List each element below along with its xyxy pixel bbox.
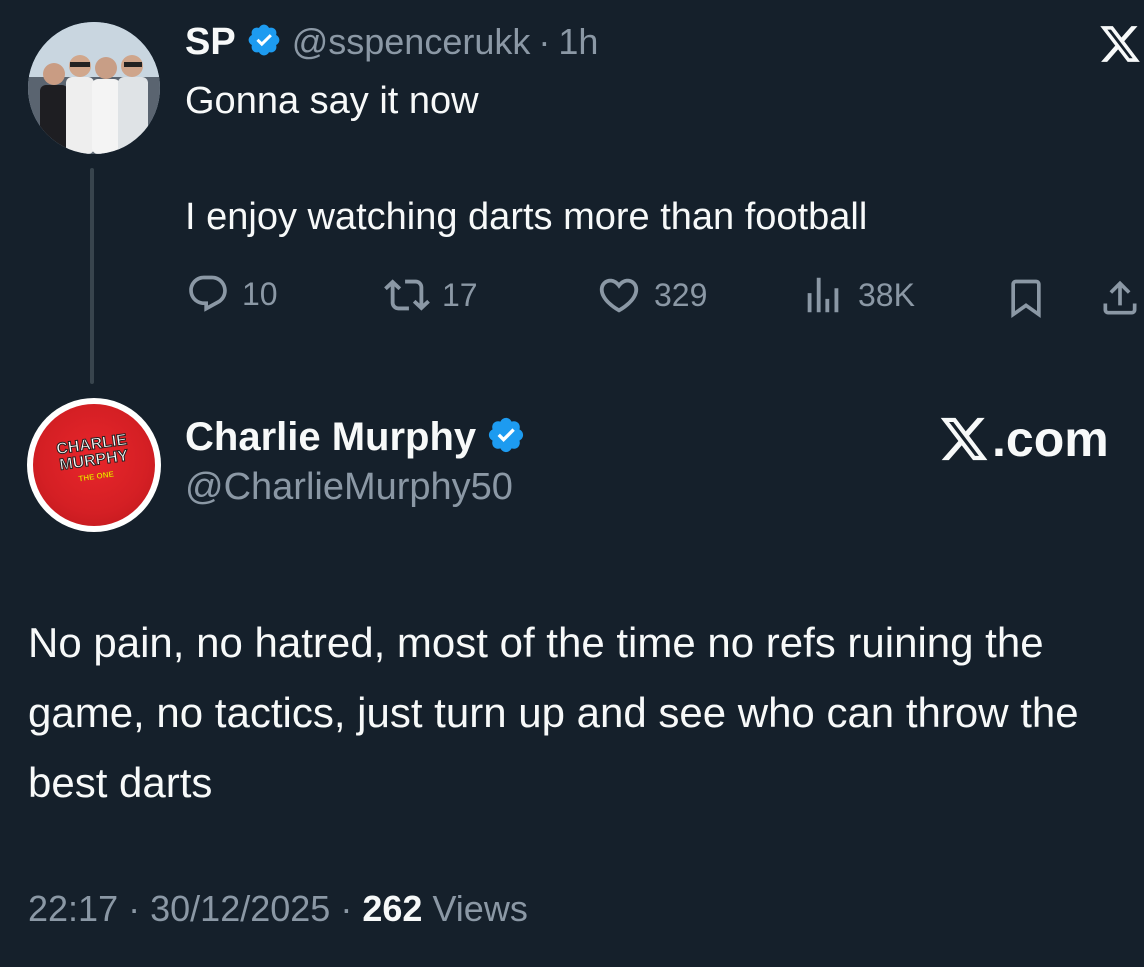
avatar-logo-text: CHARLIE MURPHY THE ONE: [55, 431, 132, 489]
like-button[interactable]: 329: [596, 272, 707, 318]
bookmark-button[interactable]: [1004, 276, 1048, 320]
charlie-murphy-avatar[interactable]: CHARLIE MURPHY THE ONE: [27, 398, 161, 532]
tweet-time[interactable]: 1h: [558, 21, 598, 63]
speech-bubble-icon: [189, 275, 227, 312]
sp-header: SP @sspencerukk · 1h: [185, 18, 598, 66]
views-button[interactable]: 38K: [800, 272, 915, 318]
meta-separator: ·: [128, 888, 141, 929]
views-count: 38K: [858, 276, 915, 313]
sp-tweet-text-line-2: I enjoy watching darts more than footbal…: [185, 196, 868, 238]
bookmark-icon: [1011, 279, 1041, 319]
sp-avatar[interactable]: [28, 22, 160, 154]
verified-badge-icon: [486, 415, 526, 460]
tweet-date[interactable]: 30/12/2025: [150, 888, 330, 929]
sp-handle[interactable]: @sspencerukk: [292, 21, 531, 63]
verified-badge-icon: [246, 22, 282, 63]
share-upload-icon: [1103, 280, 1137, 315]
tweet-time[interactable]: 22:17: [28, 888, 118, 929]
views-label: Views: [432, 888, 528, 929]
reply-count: 10: [242, 275, 278, 312]
thread-connector-line: [90, 168, 94, 384]
tweet-metadata-footer: 22:17 · 30/12/2025 · 262 Views: [28, 888, 528, 930]
meta-separator: ·: [340, 888, 353, 929]
charlie-handle[interactable]: @CharlieMurphy50: [185, 466, 513, 509]
repost-count: 17: [442, 276, 478, 313]
repost-button[interactable]: 17: [384, 272, 478, 318]
x-logo-icon: [1098, 22, 1142, 68]
share-button[interactable]: [1098, 276, 1142, 320]
sp-tweet-text-line-1: Gonna say it now: [185, 80, 479, 122]
sp-avatar-photo: [28, 22, 160, 154]
like-count: 329: [654, 276, 708, 313]
charlie-display-name[interactable]: Charlie Murphy: [185, 415, 476, 460]
x-com-suffix: .com: [992, 411, 1109, 467]
repost-arrows-icon: [384, 279, 430, 311]
reply-button[interactable]: 10: [186, 272, 278, 316]
heart-icon: [599, 278, 639, 313]
x-com-branding: .com: [938, 410, 1109, 468]
sp-display-name[interactable]: SP: [185, 21, 236, 64]
view-count: 262: [362, 888, 423, 929]
avatar-logo: CHARLIE MURPHY THE ONE: [33, 404, 155, 526]
charlie-tweet-text: No pain, no hatred, most of the time no …: [28, 619, 1079, 806]
x-logo-icon: [940, 417, 988, 461]
meta-separator: ·: [538, 21, 551, 62]
charlie-header: Charlie Murphy: [185, 410, 526, 464]
bar-chart-icon: [807, 277, 839, 313]
